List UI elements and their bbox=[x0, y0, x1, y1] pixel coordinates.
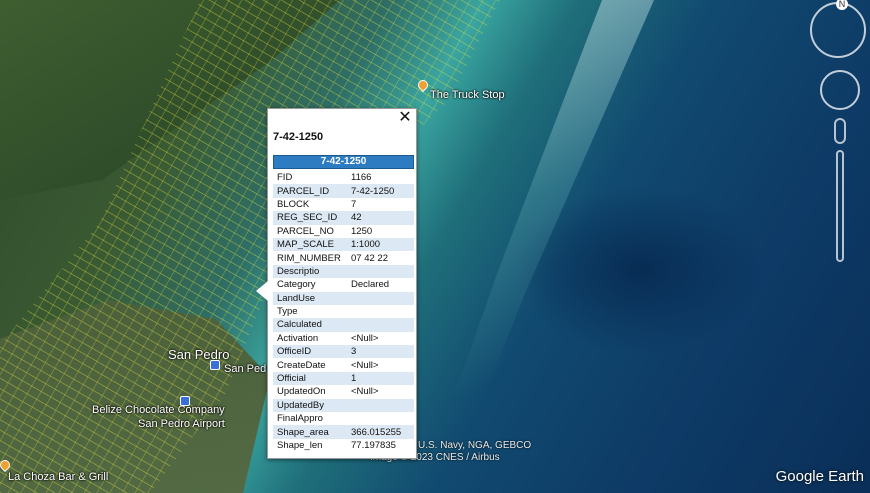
place-label-la-choza[interactable]: La Choza Bar & Grill bbox=[8, 471, 108, 483]
attribute-value bbox=[347, 291, 414, 305]
place-label-san-pedro[interactable]: San Pedro bbox=[168, 347, 229, 362]
san-pedro-marker-icon[interactable] bbox=[210, 360, 220, 370]
attribute-row: MAP_SCALE 1:1000 bbox=[273, 237, 414, 252]
attribute-row: Category Declared bbox=[273, 278, 414, 291]
attribute-row: CreateDate <Null> bbox=[273, 358, 414, 371]
attribute-table: FID 1166 PARCEL_ID 7-42-1250 BLOCK 7 REG_SEC_I… bbox=[273, 171, 414, 452]
attribute-value: <Null> bbox=[351, 332, 379, 344]
attribute-value: <Null> bbox=[351, 386, 379, 398]
google-earth-logo: Google Earth bbox=[775, 468, 864, 485]
attribute-key: RIM_NUMBER bbox=[277, 252, 341, 264]
attribute-row: FID 1166 bbox=[273, 171, 414, 184]
attribute-key: Official bbox=[273, 371, 347, 386]
attribute-value bbox=[347, 412, 414, 425]
attribute-key: Type bbox=[277, 306, 298, 318]
attribute-row: UpdatedOn <Null> bbox=[273, 385, 414, 398]
look-joystick-icon[interactable] bbox=[820, 70, 860, 110]
attribute-key: FID bbox=[277, 172, 293, 184]
attribute-value: 7-42-1250 bbox=[347, 184, 414, 198]
airport-marker-icon[interactable] bbox=[180, 396, 190, 406]
parcel-info-popup: ✕ 7-42-1250 7-42-1250 FID 1166 PARCEL_ID 7-… bbox=[256, 108, 417, 459]
attribute-key: Calculated bbox=[273, 318, 347, 332]
attribute-value: <Null> bbox=[351, 359, 379, 371]
attribute-row: BLOCK 7 bbox=[273, 198, 414, 211]
attribute-key: PARCEL_ID bbox=[273, 184, 347, 198]
attribute-row: FinalAppro bbox=[273, 412, 414, 425]
attribute-row: RIM_NUMBER 07 42 22 bbox=[273, 251, 414, 264]
attribute-row: Official 1 bbox=[273, 371, 414, 386]
attribute-row: Calculated bbox=[273, 318, 414, 332]
attribute-key: UpdatedBy bbox=[273, 398, 347, 413]
attribute-row: Descriptio bbox=[273, 264, 414, 279]
attribute-value: 42 bbox=[347, 211, 414, 225]
attribute-key: UpdatedOn bbox=[277, 386, 326, 398]
attribute-row: PARCEL_ID 7-42-1250 bbox=[273, 184, 414, 198]
attribute-value: 1166 bbox=[351, 172, 372, 184]
attribute-key: Descriptio bbox=[273, 264, 347, 279]
attribute-key: BLOCK bbox=[277, 198, 310, 210]
street-view-pegman-icon[interactable] bbox=[834, 118, 846, 144]
attribute-row: Shape_area 366.015255 bbox=[273, 425, 414, 439]
attribute-key: CreateDate bbox=[277, 359, 326, 371]
attribute-row: LandUse bbox=[273, 291, 414, 305]
attribute-row: REG_SEC_ID 42 bbox=[273, 211, 414, 225]
attribute-value bbox=[347, 398, 414, 413]
zoom-slider[interactable] bbox=[836, 150, 844, 262]
attribute-row: UpdatedBy bbox=[273, 398, 414, 413]
place-label-belize-chocolate[interactable]: Belize Chocolate Company bbox=[92, 404, 225, 416]
attribute-key: Category bbox=[277, 279, 316, 291]
satellite-map[interactable]: The Truck Stop San Pedro San Pedro Beliz… bbox=[0, 0, 870, 493]
attribute-key: LandUse bbox=[273, 291, 347, 305]
attribute-row: Activation <Null> bbox=[273, 332, 414, 345]
popup-title: 7-42-1250 bbox=[273, 131, 324, 143]
attribute-value: 3 bbox=[347, 345, 414, 359]
attribute-key: FinalAppro bbox=[277, 413, 323, 425]
attribute-value: 07 42 22 bbox=[351, 252, 388, 264]
popup-table-header: 7-42-1250 bbox=[273, 155, 414, 169]
attribute-value: 1:1000 bbox=[347, 237, 414, 252]
attribute-row: Type bbox=[273, 305, 414, 318]
attribute-value bbox=[347, 305, 414, 318]
attribute-key: Shape_area bbox=[273, 425, 347, 439]
attribute-row: OfficeID 3 bbox=[273, 345, 414, 359]
attribute-value: 366.015255 bbox=[347, 425, 414, 439]
compass-ring-icon[interactable] bbox=[810, 2, 866, 58]
attribute-row: Shape_len 77.197835 bbox=[273, 439, 414, 452]
map-attribution-line1: U.S. Navy, NGA, GEBCO bbox=[418, 440, 532, 451]
place-label-san-pedro-airport[interactable]: San Pedro Airport bbox=[138, 418, 225, 430]
attribute-value: 1250 bbox=[351, 225, 373, 237]
attribute-value bbox=[347, 318, 414, 332]
attribute-key: MAP_SCALE bbox=[273, 237, 347, 252]
attribute-value: 1 bbox=[347, 371, 414, 386]
attribute-value: 7 bbox=[351, 198, 357, 210]
close-icon[interactable]: ✕ bbox=[398, 110, 412, 126]
attribute-value bbox=[347, 264, 414, 279]
attribute-key: PARCEL_NO bbox=[277, 225, 334, 237]
attribute-key: Activation bbox=[277, 332, 319, 344]
attribute-key: Shape_len bbox=[277, 440, 323, 451]
attribute-key: OfficeID bbox=[273, 345, 347, 359]
place-label-truck-stop[interactable]: The Truck Stop bbox=[430, 89, 505, 101]
attribute-row: PARCEL_NO 1250 bbox=[273, 225, 414, 238]
attribute-value: Declared bbox=[351, 279, 390, 291]
attribute-value: 77.197835 bbox=[351, 440, 396, 451]
attribute-key: REG_SEC_ID bbox=[273, 211, 347, 225]
